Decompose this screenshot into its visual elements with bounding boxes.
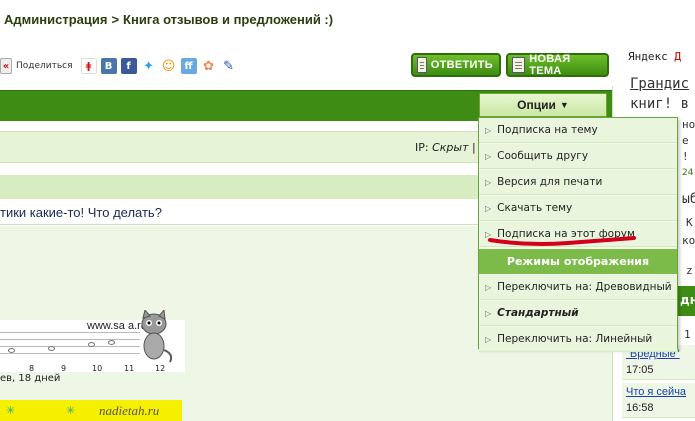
music-note-icon (108, 340, 115, 345)
staff-line (0, 339, 140, 340)
facebook-icon[interactable]: f (120, 58, 137, 74)
menu-item-tell-friend[interactable]: ▷ Сообщить другу (479, 144, 677, 169)
ad-fragment: 1 (684, 328, 691, 341)
reply-button[interactable]: ОТВЕТИТЬ (411, 53, 501, 77)
ad-fragment: ыб (682, 192, 695, 207)
right-section-title: дн (680, 293, 695, 307)
new-topic-button[interactable]: НОВАЯ ТЕМА (506, 53, 609, 77)
ticker-number: 11 (124, 364, 135, 373)
ip-info: IP: Скрыт | (415, 141, 476, 154)
menu-item-mode-standard[interactable]: ▷ Стандартный (479, 301, 677, 326)
back-icon[interactable]: « (0, 58, 12, 74)
menu-item-label: Переключить на: Древовидный (497, 281, 672, 293)
red-underline-annotation (488, 236, 636, 246)
breadcrumb-separator: > (111, 12, 120, 27)
options-label: Опции (517, 98, 556, 112)
ad-headline-2[interactable]: книг! в (630, 96, 689, 112)
reply-icon (417, 57, 427, 73)
options-dropdown-menu: ▷ Подписка на тему ▷ Сообщить другу ▷ Ве… (478, 117, 678, 352)
music-note-icon (88, 342, 95, 347)
ticker-number: 10 (92, 364, 103, 373)
triangle-right-icon: ▷ (485, 334, 492, 344)
music-note-icon (8, 348, 15, 353)
topic-link[interactable]: Что я сейча (626, 386, 686, 398)
menu-item-label: Подписка на тему (497, 124, 598, 136)
ad-fragment: К (686, 216, 693, 229)
twitter-icon[interactable]: ✦ (140, 58, 157, 74)
triangle-right-icon: ▷ (485, 308, 492, 318)
ip-label: IP: (415, 141, 429, 154)
ticker-number: 12 (155, 364, 166, 373)
triangle-right-icon: ▷ (485, 203, 492, 213)
triangle-right-icon: ▷ (485, 282, 492, 292)
ip-value: Скрыт (432, 141, 469, 154)
menu-item-label: Скачать тему (497, 202, 573, 214)
topic-time: 17:05 (626, 364, 654, 376)
ad-fragment: ! (682, 150, 689, 163)
music-note-icon (48, 346, 55, 351)
staff-line (0, 332, 140, 333)
menu-item-label: Переключить на: Линейный (497, 333, 653, 345)
triangle-right-icon: ▷ (485, 151, 492, 161)
cat-icon (141, 310, 173, 363)
breadcrumb-parent[interactable]: Администрация (4, 12, 107, 27)
yandex-red: Д (674, 50, 681, 63)
livejournal-icon[interactable]: ✎ (220, 58, 237, 74)
new-topic-label: НОВАЯ ТЕМА (529, 53, 571, 77)
ad-fragment: е (682, 134, 689, 147)
menu-item-mode-threaded[interactable]: ▷ Переключить на: Древовидный (479, 275, 677, 300)
star-icon: ✳ (66, 404, 76, 417)
odnoklassniki-icon[interactable]: ☺ (160, 58, 177, 74)
menu-item-label: Версия для печати (497, 176, 603, 188)
menu-item-mode-linear[interactable]: ▷ Переключить на: Линейный (479, 327, 677, 352)
moimir-icon[interactable]: ✿ (200, 58, 217, 74)
menu-item-label: Сообщить другу (497, 150, 589, 162)
ip-separator: | (472, 141, 476, 154)
breadcrumb: Администрация > Книга отзывов и предложени… (4, 12, 333, 27)
ticker-number: 9 (61, 364, 67, 373)
ad-fragment: но (682, 118, 695, 131)
ad-fragment: z (686, 264, 693, 277)
menu-item-print-version[interactable]: ▷ Версия для печати (479, 170, 677, 195)
banner-text: nadietah.ru (99, 403, 160, 418)
star-icon: ✳ (6, 404, 16, 417)
ticker-caption: ев, 18 дней (0, 373, 61, 384)
post-subject: тики какие-то! Что делать? (0, 205, 162, 220)
recent-topics-list: "Вредные" 17:05 Что я сейча 16:58 (622, 345, 695, 421)
yandex-prefix: Яндекс (628, 50, 668, 63)
staff-line (0, 346, 140, 347)
ad-fragment-green: 24 (682, 168, 694, 178)
staff-line (0, 353, 140, 354)
chevron-down-icon: ▼ (559, 100, 569, 110)
ad-fragment: ко (682, 234, 695, 247)
menu-item-download-topic[interactable]: ▷ Скачать тему (479, 196, 677, 221)
share-bar: « Поделиться ǂ B f ✦ ☺ ff ✿ ✎ (0, 56, 237, 76)
display-modes-header: Режимы отображения (479, 249, 677, 274)
ticker-number: 8 (29, 364, 35, 373)
ad-headline-1[interactable]: Грандис (630, 76, 689, 92)
ya-share-icon[interactable]: ǂ (80, 58, 97, 74)
share-label[interactable]: Поделиться (16, 61, 73, 71)
friendfeed-icon[interactable]: ff (180, 58, 197, 74)
menu-item-subscribe-topic[interactable]: ▷ Подписка на тему (479, 118, 677, 143)
vkontakte-icon[interactable]: B (100, 58, 117, 74)
new-topic-icon (512, 57, 526, 73)
yandex-direct-label[interactable]: Яндекс Д (628, 50, 681, 63)
list-item: Что я сейча 16:58 (622, 383, 695, 418)
reply-label: ОТВЕТИТЬ (430, 59, 493, 71)
options-button[interactable]: Опции ▼ (479, 93, 607, 117)
menu-item-label: Стандартный (497, 307, 579, 319)
triangle-right-icon: ▷ (485, 177, 492, 187)
breadcrumb-current[interactable]: Книга отзывов и предложений :) (123, 12, 333, 27)
topic-time: 16:58 (626, 402, 654, 414)
triangle-right-icon: ▷ (485, 125, 492, 135)
